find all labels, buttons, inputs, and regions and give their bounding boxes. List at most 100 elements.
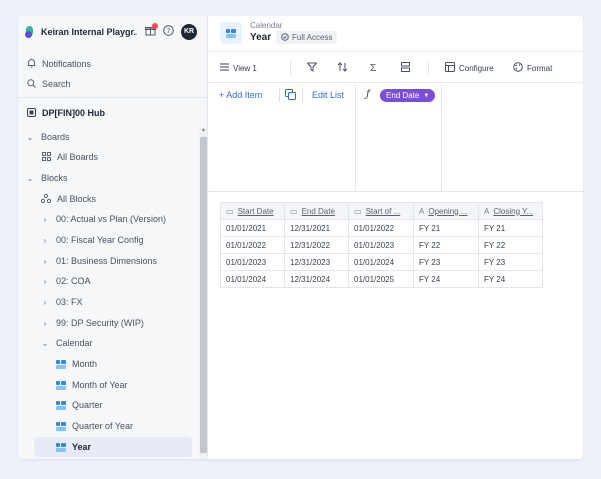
grid-cell[interactable]: 01/01/2021 bbox=[220, 219, 285, 237]
block-icon bbox=[56, 359, 66, 369]
sidebar-item-all-boards[interactable]: All Boards bbox=[18, 147, 208, 167]
grid-cell[interactable]: 12/31/2021 bbox=[284, 219, 349, 237]
summarize-button[interactable]: Σ bbox=[370, 53, 380, 83]
grid-cell[interactable]: 01/01/2024 bbox=[220, 270, 285, 288]
chevron-down-icon: ⌄ bbox=[41, 338, 49, 348]
chip-label: End Date bbox=[386, 91, 420, 100]
sidebar-folder[interactable]: › 01: Business Dimensions bbox=[18, 251, 208, 271]
chevron-right-icon: › bbox=[43, 214, 47, 224]
sidebar-folder[interactable]: › 03: FX bbox=[18, 292, 208, 312]
sidebar-item-hub[interactable]: DP[FIN]00 Hub bbox=[18, 103, 208, 123]
sidebar-item-year[interactable]: Year bbox=[34, 437, 192, 457]
sidebar-item-quarter[interactable]: Quarter bbox=[18, 395, 208, 415]
grid-cell[interactable]: FY 22 bbox=[413, 236, 479, 254]
sidebar-folder[interactable]: › 02: COA bbox=[18, 271, 208, 291]
grid-cell[interactable]: FY 21 bbox=[478, 219, 543, 237]
scrollbar-thumb[interactable] bbox=[200, 137, 207, 453]
sidebar-folder[interactable]: › 00: Actual vs Plan (Version) bbox=[18, 209, 208, 229]
sidebar-item-notifications[interactable]: Notifications bbox=[18, 54, 208, 74]
sidebar-item-month[interactable]: Month bbox=[18, 354, 208, 374]
configure-button[interactable]: Configure bbox=[445, 53, 494, 83]
grid-cell[interactable]: FY 21 bbox=[413, 219, 479, 237]
column-header[interactable]: ▭ Start Date bbox=[220, 202, 285, 220]
grid-cell[interactable]: FY 22 bbox=[478, 236, 543, 254]
toolbar: View 1 Σ Configure Format bbox=[208, 53, 583, 83]
grid-cell[interactable]: 01/01/2022 bbox=[348, 219, 414, 237]
bell-icon bbox=[25, 58, 37, 70]
scroll-up-arrow-icon[interactable]: ▲ bbox=[200, 127, 207, 133]
column-header[interactable]: ▭ Start of ... bbox=[348, 202, 414, 220]
sidebar-item-label: Quarter of Year bbox=[72, 421, 134, 431]
sidebar-folder[interactable]: › 99: DP Security (WIP) bbox=[18, 313, 208, 333]
grid-cell[interactable]: 12/31/2023 bbox=[284, 253, 349, 271]
main-panel: Calendar Year Full Access View 1 Σ Confi… bbox=[208, 16, 583, 459]
group-button[interactable] bbox=[401, 53, 414, 83]
grid-cell[interactable]: FY 24 bbox=[413, 270, 479, 288]
sidebar-item-label: Search bbox=[42, 79, 71, 89]
grid-cell[interactable]: 12/31/2022 bbox=[284, 236, 349, 254]
configure-icon bbox=[445, 61, 455, 75]
block-icon bbox=[56, 400, 66, 410]
sidebar-item-all-blocks[interactable]: All Blocks bbox=[18, 189, 208, 209]
list-panel: + Add Item Edit List bbox=[208, 84, 356, 192]
filter-button[interactable] bbox=[306, 53, 321, 83]
format-button[interactable]: Format bbox=[513, 53, 552, 83]
table-row: 01/01/2023 12/31/2023 01/01/2024 FY 23 F… bbox=[220, 253, 543, 271]
sigma-icon: Σ bbox=[370, 62, 377, 74]
copy-icon[interactable] bbox=[285, 89, 296, 103]
workspace-header[interactable]: Keiran Internal Playgr... bbox=[18, 16, 208, 48]
grid-cell[interactable]: 01/01/2023 bbox=[220, 253, 285, 271]
edit-list-button[interactable]: Edit List bbox=[312, 90, 344, 100]
column-label: End Date bbox=[301, 206, 335, 216]
block-panel: + Add Item Edit List ƒ End Date ▼ bbox=[208, 84, 583, 192]
grid-cell[interactable]: 01/01/2025 bbox=[348, 270, 414, 288]
divider bbox=[302, 88, 303, 102]
sidebar-item-label: Calendar bbox=[56, 338, 93, 348]
access-badge[interactable]: Full Access bbox=[276, 31, 338, 44]
sidebar-folder[interactable]: › 00: Fiscal Year Config bbox=[18, 230, 208, 250]
sidebar-item-label: 01: Business Dimensions bbox=[56, 256, 158, 266]
app-window: Keiran Internal Playgr... ? KR Notificat… bbox=[18, 16, 583, 459]
sidebar-item-label: 03: FX bbox=[56, 297, 83, 307]
property-chip-end-date[interactable]: End Date ▼ bbox=[380, 89, 436, 102]
grid-cell[interactable]: 01/01/2023 bbox=[348, 236, 414, 254]
sidebar-section-blocks[interactable]: ⌄ Blocks bbox=[18, 168, 208, 188]
text-type-icon: A bbox=[484, 206, 490, 216]
group-icon bbox=[401, 61, 410, 75]
add-item-button[interactable]: + Add Item bbox=[219, 90, 262, 100]
sidebar-item-label: All Blocks bbox=[57, 194, 97, 204]
grid-cell[interactable]: FY 24 bbox=[478, 270, 543, 288]
column-header[interactable]: A Closing Y... bbox=[478, 202, 543, 220]
column-label: Opening ... bbox=[428, 206, 468, 216]
chevron-down-icon: ⌄ bbox=[26, 173, 34, 183]
sidebar-item-label: Blocks bbox=[41, 173, 68, 183]
grid-cell[interactable]: 01/01/2022 bbox=[220, 236, 285, 254]
sidebar-item-label: Notifications bbox=[42, 59, 92, 69]
calendar-icon: ▭ bbox=[290, 206, 298, 216]
sidebar-item-search[interactable]: Search bbox=[18, 74, 208, 94]
column-label: Closing Y... bbox=[493, 206, 534, 216]
workspace-logo-icon bbox=[25, 26, 37, 38]
sidebar-folder-calendar[interactable]: ⌄ Calendar bbox=[18, 333, 208, 353]
sidebar-item-quarter-of-year[interactable]: Quarter of Year bbox=[18, 416, 208, 436]
sort-button[interactable] bbox=[337, 53, 352, 83]
view-selector[interactable]: View 1 bbox=[220, 53, 257, 83]
text-type-icon: A bbox=[419, 206, 425, 216]
grid-cell[interactable]: 01/01/2024 bbox=[348, 253, 414, 271]
sidebar-item-label: 02: COA bbox=[56, 276, 91, 286]
column-header[interactable]: ▭ End Date bbox=[284, 202, 349, 220]
page-title: Year bbox=[250, 32, 272, 43]
avatar[interactable]: KR bbox=[181, 24, 197, 40]
filter-icon bbox=[306, 62, 318, 75]
chevron-down-icon: ⌄ bbox=[26, 132, 34, 142]
sidebar-item-month-of-year[interactable]: Month of Year bbox=[18, 375, 208, 395]
sidebar-section-boards[interactable]: ⌄ Boards bbox=[18, 127, 208, 147]
breadcrumb[interactable]: Calendar bbox=[250, 21, 282, 30]
grid-cell[interactable]: FY 23 bbox=[413, 253, 479, 271]
block-icon bbox=[56, 421, 66, 431]
workspace-name[interactable]: Keiran Internal Playgr... bbox=[41, 27, 137, 37]
grid-cell[interactable]: FY 23 bbox=[478, 253, 543, 271]
help-icon[interactable]: ? bbox=[162, 25, 174, 37]
grid-cell[interactable]: 12/31/2024 bbox=[284, 270, 349, 288]
column-header[interactable]: A Opening ... bbox=[413, 202, 479, 220]
